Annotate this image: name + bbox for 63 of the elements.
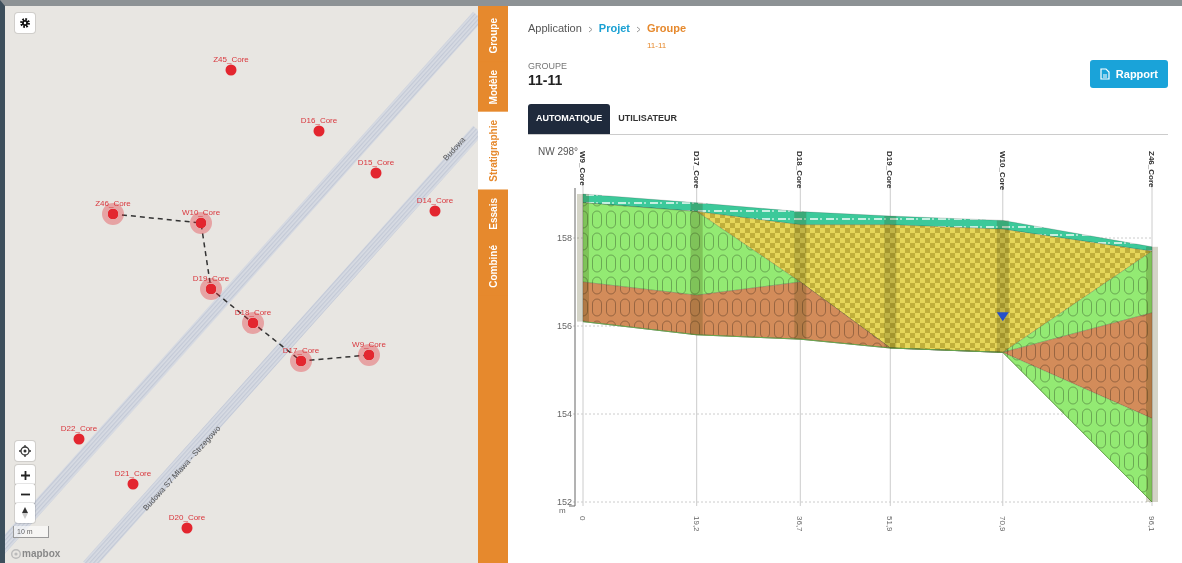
marker-label: D21_Core bbox=[114, 470, 152, 478]
marker-label: W10_Core bbox=[181, 209, 221, 217]
breadcrumb-link[interactable]: Projet bbox=[598, 22, 630, 34]
section-title: NW 298° bbox=[538, 145, 579, 157]
settings-icon bbox=[19, 17, 31, 29]
compass-button[interactable] bbox=[15, 503, 35, 523]
elevation-label: 158 bbox=[557, 232, 573, 243]
breadcrumb-subtitle: 11-11 bbox=[647, 39, 668, 52]
marker-label: D16_Core bbox=[300, 117, 338, 125]
map-marker[interactable] bbox=[429, 205, 441, 217]
borehole-label: W10_Core bbox=[997, 150, 1007, 190]
locate-button[interactable] bbox=[15, 441, 35, 461]
side-tab[interactable]: Stratigraphie bbox=[478, 112, 508, 190]
borehole-label: W9_Core bbox=[578, 150, 587, 186]
marker-label: W9_Core bbox=[352, 341, 386, 349]
map-marker[interactable] bbox=[225, 64, 237, 76]
elevation-label: 152 bbox=[557, 496, 573, 507]
breadcrumb-link[interactable]: Groupe bbox=[647, 22, 687, 34]
report-button[interactable]: Rapport bbox=[1089, 59, 1168, 89]
crosshair-icon bbox=[19, 445, 31, 457]
settings-button[interactable] bbox=[15, 13, 35, 33]
marker-label: Z45_Core bbox=[213, 56, 249, 64]
marker-label: Z46_Core bbox=[95, 200, 131, 208]
map-marker[interactable] bbox=[370, 167, 382, 179]
distance-label: 36,7 bbox=[795, 515, 805, 532]
map-marker[interactable] bbox=[313, 125, 325, 137]
minus-icon bbox=[20, 492, 30, 496]
distance-label: 96,1 bbox=[1147, 515, 1156, 532]
marker-label: D17_Core bbox=[282, 347, 320, 355]
marker-label: D18_Core bbox=[234, 309, 272, 317]
marker-label: D20_Core bbox=[168, 514, 206, 522]
group-caption: GROUPE bbox=[528, 59, 567, 73]
distance-label: 70,9 bbox=[997, 515, 1007, 532]
group-title: 11-11 bbox=[528, 73, 564, 89]
plus-icon bbox=[20, 470, 30, 480]
distance-label: 19,2 bbox=[691, 515, 701, 532]
distance-label: 51,9 bbox=[885, 515, 895, 532]
map-marker[interactable] bbox=[127, 478, 139, 490]
unit-label: m bbox=[559, 505, 566, 515]
marker-label: D19_Core bbox=[192, 275, 230, 283]
marker-label: D14_Core bbox=[416, 197, 454, 205]
logo-icon bbox=[11, 549, 21, 559]
marker-label: D15_Core bbox=[357, 159, 395, 167]
map-marker[interactable] bbox=[73, 433, 85, 445]
distance-label: 0 bbox=[578, 515, 587, 521]
document-icon bbox=[1099, 67, 1110, 80]
view-tab[interactable]: AUTOMATIQUE bbox=[528, 104, 611, 134]
attribution-logo[interactable]: mapbox bbox=[22, 549, 61, 559]
marker-label: D22_Core bbox=[60, 425, 98, 433]
view-tab[interactable]: UTILISATEUR bbox=[610, 104, 685, 134]
compass-icon bbox=[22, 507, 28, 519]
zoom-out-button[interactable] bbox=[15, 484, 35, 504]
chevron-icon bbox=[587, 25, 593, 33]
borehole-label: D19_Core bbox=[885, 150, 895, 189]
borehole-label: Z46_Core bbox=[1147, 150, 1156, 188]
borehole-label: D17_Core bbox=[691, 150, 701, 189]
breadcrumb-link[interactable]: Application bbox=[528, 22, 582, 34]
map-marker[interactable] bbox=[181, 522, 193, 534]
zoom-in-button[interactable] bbox=[15, 465, 35, 485]
borehole-label: D18_Core bbox=[795, 150, 805, 189]
elevation-label: 154 bbox=[557, 408, 573, 419]
elevation-label: 156 bbox=[557, 320, 573, 331]
chevron-icon bbox=[636, 25, 641, 33]
